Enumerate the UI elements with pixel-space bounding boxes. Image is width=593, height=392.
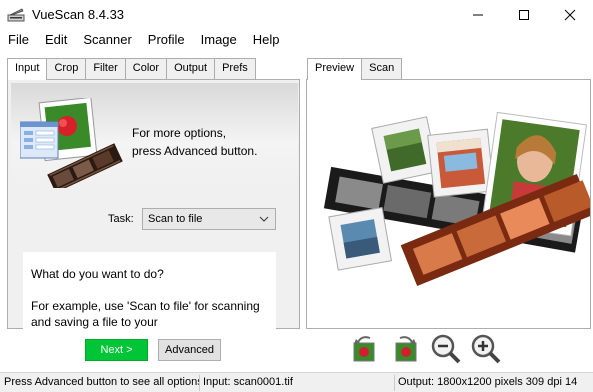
menu-image[interactable]: Image [193,30,245,52]
status-bar: Press Advanced button to see all options… [0,372,593,392]
task-select[interactable]: Scan to file [142,208,276,230]
status-divider [199,375,200,391]
vuescan-app-icon [7,8,25,22]
preview-illustration [323,111,590,286]
advanced-button[interactable]: Advanced [158,339,221,361]
window-title: VueScan 8.4.33 [32,7,125,22]
help-example: For example, use 'Scan to file' for scan… [31,299,260,329]
maximize-button[interactable] [501,0,547,30]
menu-file[interactable]: File [0,30,37,52]
preview-pane [306,79,591,329]
input-panel: For more options, press Advanced button.… [7,79,300,330]
tab-prefs[interactable]: Prefs [214,58,256,79]
status-hint: Press Advanced button to see all options [4,376,200,388]
minimize-button[interactable] [455,0,501,30]
menu-help[interactable]: Help [245,30,288,52]
info-line-1: For more options, [132,126,227,140]
chevron-down-icon [259,216,269,222]
minimize-icon [473,14,483,16]
rotate-right-icon[interactable] [390,333,422,365]
tab-crop[interactable]: Crop [46,58,87,79]
title-bar: VueScan 8.4.33 [0,0,593,30]
next-button[interactable]: Next > [85,339,148,361]
task-select-value: Scan to file [148,213,203,225]
close-icon [564,9,576,21]
menu-bar: File Edit Scanner Profile Image Help [0,30,593,52]
tab-color[interactable]: Color [124,58,168,79]
tab-scan[interactable]: Scan [361,58,403,79]
info-line-2: press Advanced button. [132,144,258,158]
status-output: Output: 1800x1200 pixels 309 dpi 14 [398,376,578,388]
menu-edit[interactable]: Edit [37,30,75,52]
status-input: Input: scan0001.tif [203,376,293,388]
menu-profile[interactable]: Profile [140,30,193,52]
tab-filter[interactable]: Filter [85,58,126,79]
view-tabs: Preview Scan [307,58,403,80]
help-text-box: What do you want to do? For example, use… [23,252,276,330]
menu-scanner[interactable]: Scanner [75,30,139,52]
task-label: Task: [108,213,134,225]
settings-tabs: Input Crop Filter Color Output Prefs [7,58,256,80]
status-divider [394,375,395,391]
tab-preview[interactable]: Preview [307,58,363,80]
options-illustration [20,98,123,188]
close-button[interactable] [547,0,593,30]
zoom-in-icon[interactable] [470,333,502,365]
tab-input[interactable]: Input [7,58,48,80]
maximize-icon [519,10,529,20]
tab-output[interactable]: Output [166,58,216,79]
help-question: What do you want to do? [31,267,164,281]
rotate-left-icon[interactable] [348,333,380,365]
zoom-out-icon[interactable] [430,333,462,365]
